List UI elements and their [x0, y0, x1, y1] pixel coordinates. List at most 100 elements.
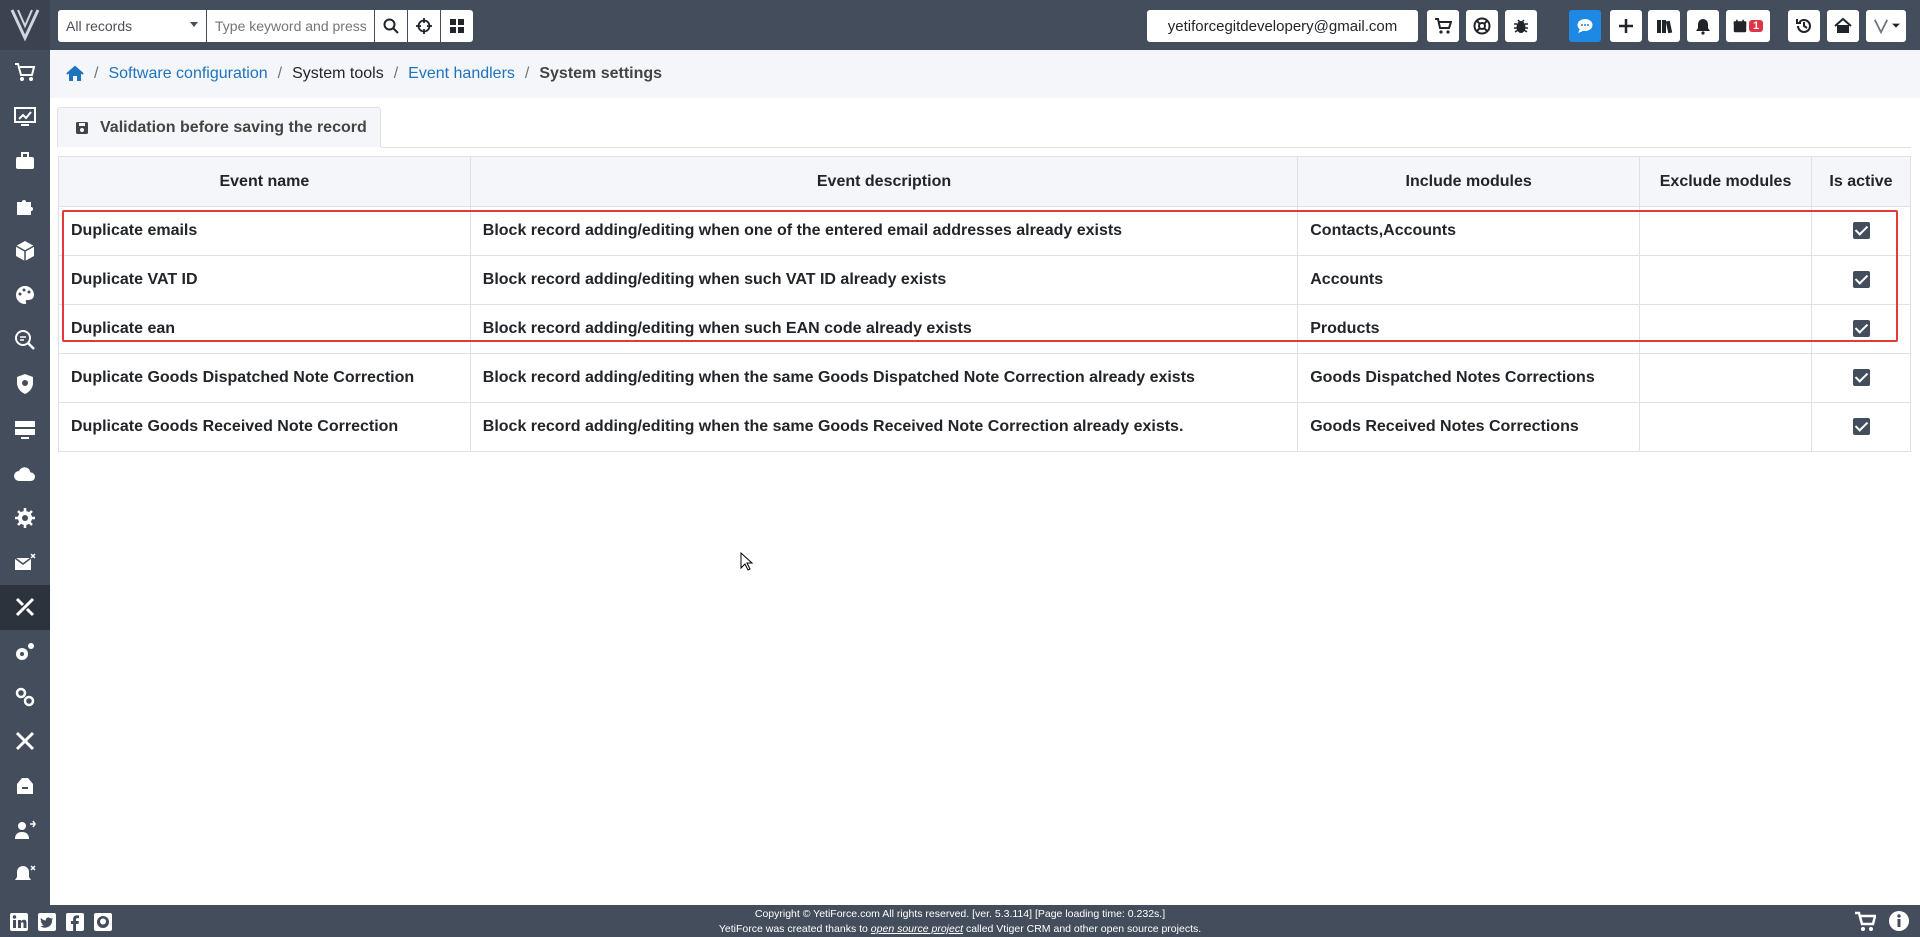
records-select[interactable]: All records	[58, 10, 206, 42]
knowledge-base-button[interactable]	[1648, 10, 1680, 42]
table-row: Duplicate Goods Received Note Correction…	[58, 402, 1911, 452]
is-active-cell	[1811, 353, 1911, 403]
is-active-cell	[1811, 402, 1911, 452]
notifications-button[interactable]	[1687, 10, 1719, 42]
plus-icon	[1619, 19, 1633, 33]
event-description-cell: Block record adding/editing when such EA…	[469, 304, 1299, 354]
top-bar: All records yetiforcegitdevelopery@gmail…	[50, 0, 1920, 50]
is-active-checkbox[interactable]	[1852, 222, 1870, 240]
tab-label: Validation before saving the record	[100, 118, 367, 136]
cart-icon[interactable]	[0, 50, 50, 95]
yetiforce-logo[interactable]	[0, 0, 50, 50]
help-button[interactable]	[1466, 10, 1498, 42]
footer-text: Copyright © YetiForce.com All rights res…	[0, 907, 1920, 937]
event-name-cell: Duplicate emails	[58, 206, 471, 256]
event-handlers-table: Event name Event description Include mod…	[58, 156, 1911, 452]
cart-button[interactable]	[1427, 10, 1459, 42]
left-sidebar	[0, 0, 50, 937]
marketplace-icon[interactable]	[0, 764, 50, 809]
tab-divider	[381, 147, 1911, 148]
user-email-display: yetiforcegitdevelopery@gmail.com	[1147, 10, 1418, 42]
col-event-name: Event name	[58, 156, 471, 207]
include-modules-cell: Goods Received Notes Corrections	[1297, 402, 1641, 452]
breadcrumb-software-configuration[interactable]: Software configuration	[108, 65, 267, 83]
gears-icon[interactable]	[0, 496, 50, 541]
home-button[interactable]	[1827, 10, 1859, 42]
cart-icon[interactable]	[1854, 910, 1876, 932]
is-active-cell	[1811, 304, 1911, 354]
lifebuoy-icon	[1473, 17, 1491, 35]
info-icon[interactable]	[1888, 910, 1910, 932]
is-active-cell	[1811, 255, 1911, 305]
credits-prefix: YetiForce was created thanks to	[718, 923, 871, 935]
is-active-checkbox[interactable]	[1852, 320, 1870, 338]
col-exclude-modules: Exclude modules	[1639, 156, 1812, 207]
save-icon	[76, 121, 88, 134]
include-modules-cell: Accounts	[1297, 255, 1641, 305]
event-name-cell: Duplicate Goods Dispatched Note Correcti…	[58, 353, 471, 403]
table-row: Duplicate Goods Dispatched Note Correcti…	[58, 353, 1911, 403]
col-event-description: Event description	[469, 156, 1299, 207]
user-menu-button[interactable]	[1866, 10, 1906, 42]
table-header-row: Event name Event description Include mod…	[58, 156, 1911, 207]
dashboard-icon[interactable]	[0, 95, 50, 140]
table-row: Duplicate VAT ID Block record adding/edi…	[58, 255, 1911, 305]
puzzle-icon[interactable]	[0, 184, 50, 229]
exclude-modules-cell	[1639, 353, 1812, 403]
grid-view-button[interactable]	[441, 10, 473, 42]
links-icon[interactable]	[0, 674, 50, 719]
breadcrumb-event-handlers[interactable]: Event handlers	[408, 65, 515, 83]
mail-settings-icon[interactable]	[0, 541, 50, 586]
system-tools-icon[interactable]	[0, 585, 50, 630]
breadcrumb-system-tools: System tools	[292, 65, 384, 82]
yetiforce-logo-icon	[10, 9, 40, 42]
event-description-cell: Block record adding/editing when the sam…	[469, 402, 1299, 452]
breadcrumb: / Software configuration / System tools …	[50, 50, 1920, 98]
records-select-value: All records	[66, 18, 133, 34]
search-list-icon[interactable]	[0, 318, 50, 363]
col-is-active: Is active	[1811, 156, 1911, 207]
calendar-reminders-button[interactable]: 1	[1726, 10, 1770, 42]
col-include-modules: Include modules	[1297, 156, 1641, 207]
crosshair-icon	[416, 18, 432, 34]
grid-icon	[450, 19, 464, 33]
event-name-cell: Duplicate Goods Received Note Correction	[58, 402, 471, 452]
shield-icon[interactable]	[0, 362, 50, 407]
bug-icon	[1514, 19, 1528, 33]
cart-icon	[1435, 18, 1452, 34]
event-description-cell: Block record adding/editing when such VA…	[469, 255, 1299, 305]
home-icon[interactable]	[66, 65, 84, 83]
advanced-search-button[interactable]	[408, 10, 440, 42]
notification-settings-icon[interactable]	[0, 853, 50, 898]
include-modules-cell: Products	[1297, 304, 1641, 354]
exclude-modules-cell	[1639, 255, 1812, 305]
tab-validation-before-saving[interactable]: Validation before saving the record	[57, 107, 381, 147]
calendar-count-badge: 1	[1748, 20, 1764, 32]
palette-icon[interactable]	[0, 273, 50, 318]
briefcase-icon[interactable]	[0, 139, 50, 184]
user-transfer-icon[interactable]	[0, 808, 50, 853]
include-modules-cell: Contacts,Accounts	[1297, 206, 1641, 256]
is-active-checkbox[interactable]	[1852, 369, 1870, 387]
open-source-link[interactable]: open source project	[871, 923, 963, 935]
exclude-modules-cell	[1639, 402, 1812, 452]
cube-icon[interactable]	[0, 228, 50, 273]
chevron-down-icon	[1891, 23, 1900, 28]
is-active-checkbox[interactable]	[1852, 271, 1870, 289]
is-active-checkbox[interactable]	[1852, 418, 1870, 436]
bug-report-button[interactable]	[1505, 10, 1537, 42]
event-name-cell: Duplicate ean	[58, 304, 471, 354]
history-button[interactable]	[1788, 10, 1820, 42]
tools-icon[interactable]	[0, 719, 50, 764]
history-icon	[1796, 18, 1811, 33]
server-icon[interactable]	[0, 407, 50, 452]
cloud-icon[interactable]	[0, 451, 50, 496]
search-icon	[383, 18, 399, 34]
credits-suffix: called Vtiger CRM and other open source …	[963, 923, 1202, 935]
credits-text: YetiForce was created thanks to open sou…	[0, 922, 1920, 937]
quick-create-button[interactable]	[1610, 10, 1642, 42]
search-button[interactable]	[375, 10, 407, 42]
chat-button[interactable]	[1569, 10, 1601, 42]
global-search-input[interactable]	[207, 10, 374, 42]
integration-icon[interactable]	[0, 630, 50, 675]
